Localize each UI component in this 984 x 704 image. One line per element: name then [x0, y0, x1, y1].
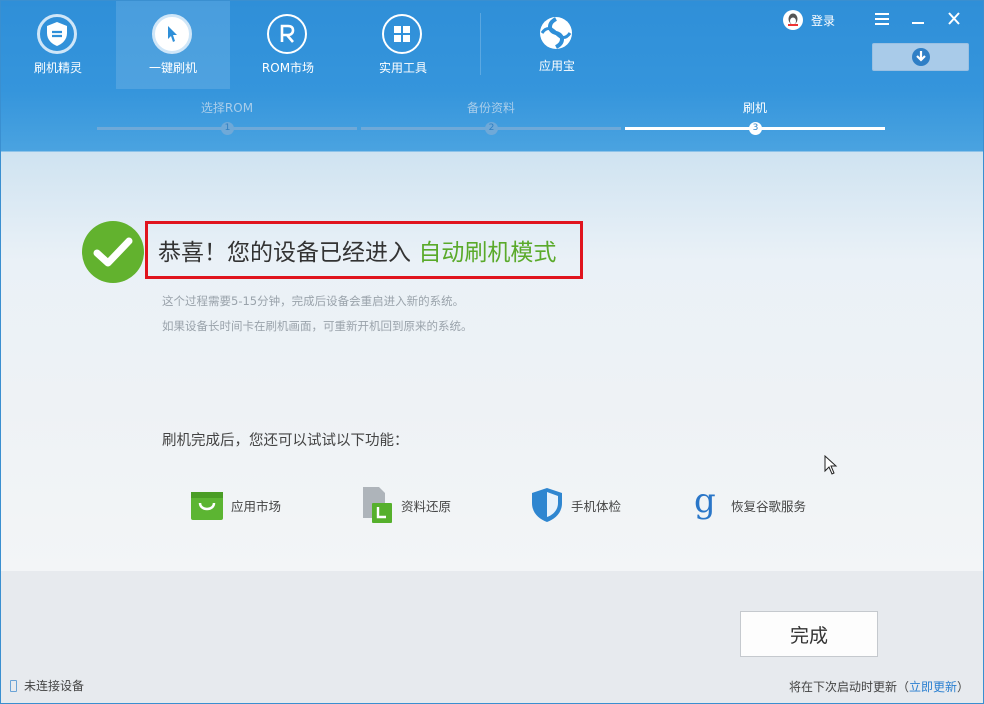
app-window: 刷机精灵 一键刷机 ROM市场 实用工具 应用宝 登录 选择ROM 1 备份资料… — [0, 0, 984, 704]
feature-data-restore[interactable]: 资料还原 — [357, 485, 451, 525]
nav-item-label: 刷机精灵 — [33, 61, 82, 75]
close-button[interactable] — [943, 9, 965, 29]
feature-label: 资料还原 — [401, 498, 452, 514]
device-status: 未连接设备 — [10, 677, 84, 694]
feature-phone-checkup[interactable]: 手机体检 — [527, 485, 621, 525]
done-button[interactable]: 完成 — [740, 611, 878, 657]
download-arrow-icon — [911, 48, 930, 66]
top-navigation: 刷机精灵 一键刷机 ROM市场 实用工具 应用宝 登录 — [1, 1, 983, 89]
update-notice: 将在下次启动时更新（立即更新） — [789, 678, 969, 695]
nav-item-yingyongbao[interactable]: 应用宝 — [500, 1, 614, 89]
headline-highlight: 自动刷机模式 — [418, 240, 557, 266]
headline-prefix: 恭喜！您的设备已经进入 — [158, 240, 419, 266]
rom-r-icon — [267, 14, 307, 54]
hamburger-icon — [875, 13, 889, 25]
update-prefix: 将在下次启动时更新（ — [788, 680, 909, 694]
yingyongbao-logo-icon — [536, 13, 576, 53]
device-status-label: 未连接设备 — [24, 679, 85, 693]
login-label: 登录 — [811, 13, 836, 28]
feature-label: 恢复谷歌服务 — [731, 498, 807, 514]
download-button[interactable] — [872, 43, 969, 71]
minimize-icon — [912, 22, 924, 24]
cursor-icon — [152, 14, 192, 54]
shopping-bag-icon — [187, 485, 227, 525]
nav-item-label: ROM市场 — [261, 61, 315, 75]
success-check-icon — [82, 221, 144, 283]
description-line-2: 如果设备长时间卡在刷机画面，可重新开机回到原来的系统。 — [162, 319, 473, 333]
svg-text:g: g — [694, 484, 716, 521]
feature-app-market[interactable]: 应用市场 — [187, 485, 281, 525]
shield-check-icon — [527, 485, 567, 525]
nav-item-shuajijingling[interactable]: 刷机精灵 — [1, 1, 115, 89]
description-line-1: 这个过程需要5-15分钟，完成后设备会重启进入新的系统。 — [162, 294, 465, 308]
phone-icon — [10, 679, 17, 692]
step-number: 1 — [221, 122, 234, 135]
nav-item-label: 实用工具 — [378, 61, 427, 75]
step-backup: 备份资料 2 — [361, 89, 621, 149]
step-select-rom: 选择ROM 1 — [97, 89, 357, 149]
google-g-icon: g — [687, 484, 727, 525]
feature-label: 应用市场 — [231, 498, 282, 514]
step-number: 2 — [485, 122, 498, 135]
step-label: 刷机 — [742, 101, 767, 115]
step-label: 备份资料 — [466, 101, 515, 115]
login-button[interactable]: 登录 — [783, 9, 835, 31]
success-headline: 恭喜！您的设备已经进入 自动刷机模式 — [158, 233, 556, 267]
nav-divider — [480, 13, 481, 75]
step-flash: 刷机 3 — [625, 89, 885, 149]
nav-item-rom-market[interactable]: ROM市场 — [231, 1, 345, 89]
nav-item-label: 一键刷机 — [148, 61, 197, 75]
update-now-link[interactable]: 立即更新 — [909, 680, 957, 694]
step-label: 选择ROM — [200, 101, 254, 115]
step-number: 3 — [749, 122, 762, 135]
nav-item-label: 应用宝 — [538, 59, 575, 73]
grid-icon — [382, 14, 422, 54]
progress-steps: 选择ROM 1 备份资料 2 刷机 3 — [1, 89, 983, 149]
close-icon — [948, 12, 960, 25]
document-restore-icon — [357, 485, 397, 525]
update-suffix: ） — [956, 680, 969, 694]
menu-button[interactable] — [871, 9, 893, 29]
shield-icon — [37, 14, 77, 54]
qq-penguin-icon — [783, 10, 803, 30]
feature-label: 手机体检 — [571, 498, 622, 514]
try-features-title: 刷机完成后，您还可以试试以下功能： — [162, 433, 409, 449]
nav-item-yijianshuaji[interactable]: 一键刷机 — [116, 1, 230, 89]
mouse-pointer-icon — [824, 454, 838, 479]
feature-restore-google[interactable]: g 恢复谷歌服务 — [687, 484, 807, 525]
nav-item-tools[interactable]: 实用工具 — [346, 1, 460, 89]
minimize-button[interactable] — [907, 9, 929, 29]
bottom-panel: 完成 未连接设备 将在下次启动时更新（立即更新） — [1, 571, 983, 703]
